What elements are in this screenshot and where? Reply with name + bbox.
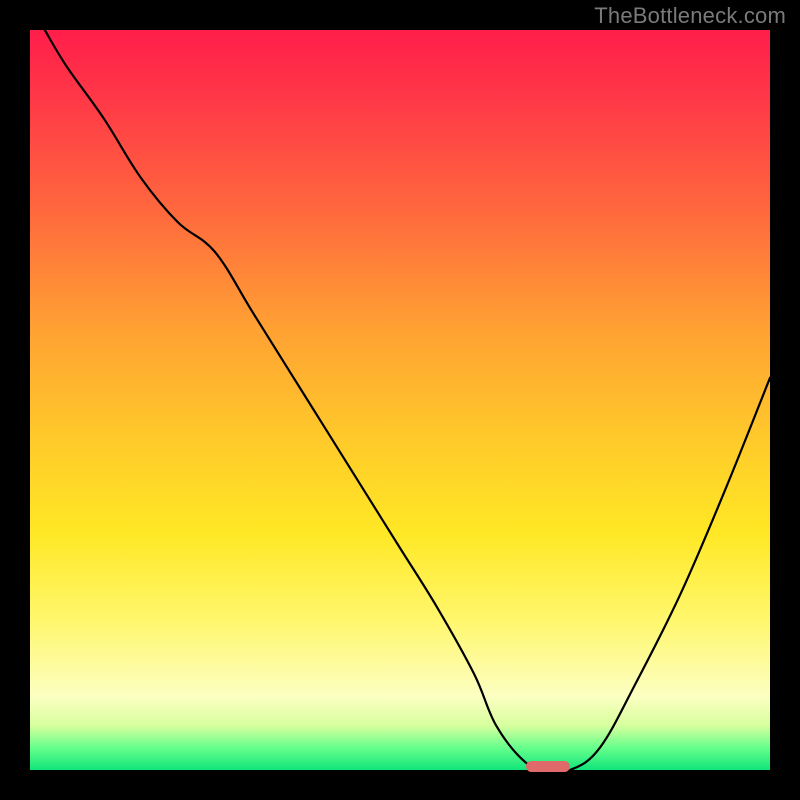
plot-area: [30, 30, 770, 770]
bottleneck-curve: [45, 30, 770, 772]
chart-frame: TheBottleneck.com: [0, 0, 800, 800]
curve-svg: [30, 30, 770, 770]
minimum-marker: [526, 761, 570, 772]
watermark-text: TheBottleneck.com: [594, 3, 786, 29]
